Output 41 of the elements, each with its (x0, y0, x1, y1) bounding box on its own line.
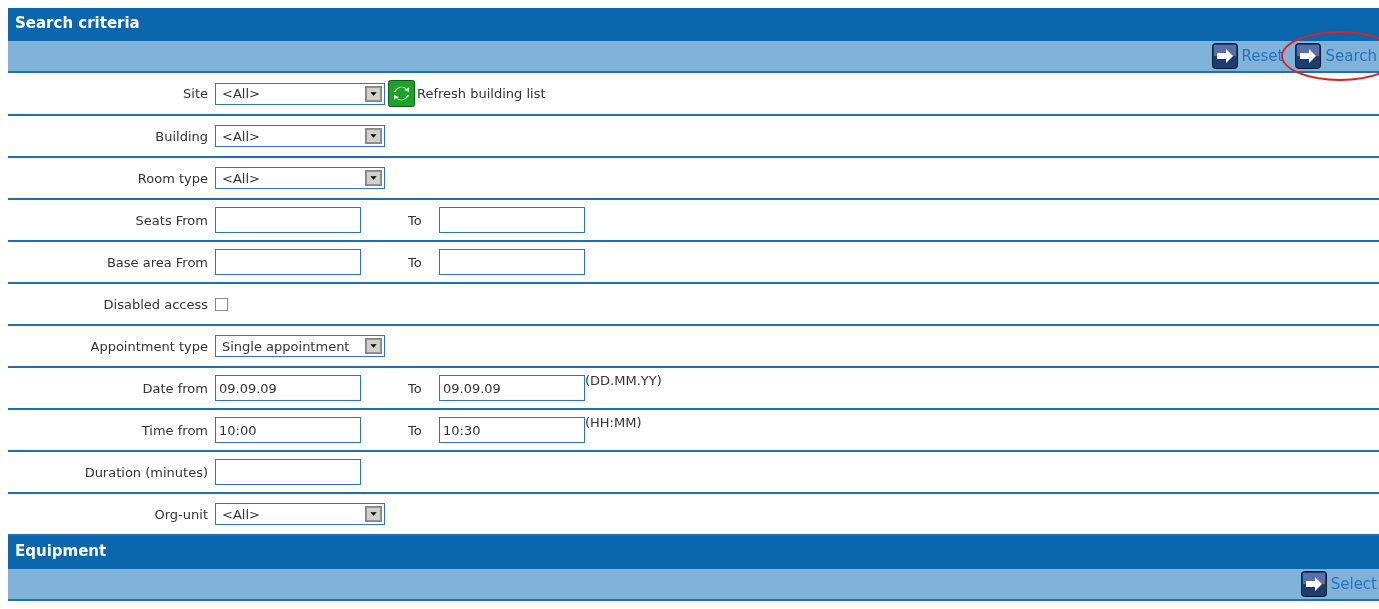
refresh-icon[interactable] (388, 80, 415, 107)
dropdown[interactable]: <All> (215, 167, 385, 189)
caret-icon (365, 85, 382, 102)
field-label: Date from (142, 380, 208, 396)
checkbox[interactable] (215, 297, 228, 311)
refresh-building-list-link[interactable]: Refresh building list (417, 86, 546, 101)
text-field[interactable] (439, 207, 585, 233)
format-hint: (HH:MM) (585, 415, 642, 430)
field-label: Site (183, 86, 208, 101)
field-label: To (407, 422, 423, 438)
field-label: Appointment type (90, 338, 208, 354)
text-field[interactable]: 10:30 (439, 417, 585, 443)
field-label: Disabled access (103, 296, 208, 312)
field-label: Duration (minutes) (84, 464, 208, 480)
field-label: To (407, 254, 423, 270)
dropdown[interactable]: <All> (215, 125, 385, 147)
format-hint: (DD.MM.YY) (585, 373, 662, 388)
field-label: To (407, 212, 423, 228)
text-field[interactable] (215, 249, 361, 275)
text-field[interactable] (439, 249, 585, 275)
field-label: Room type (137, 170, 208, 186)
field-label: Building (155, 128, 208, 144)
dropdown[interactable]: <All> (215, 503, 385, 525)
field-label: Base area From (106, 254, 208, 270)
field-label: Seats From (135, 212, 208, 228)
caret-icon (365, 338, 382, 354)
text-field[interactable]: 09.09.09 (439, 375, 585, 401)
field-label: Time from (141, 422, 208, 438)
dropdown[interactable]: Single appointment (215, 335, 385, 357)
field-label: Org-unit (154, 506, 208, 522)
text-field[interactable] (215, 459, 361, 485)
text-field[interactable]: 09.09.09 (215, 375, 361, 401)
caret-icon (365, 170, 382, 186)
field-label: To (407, 380, 423, 396)
text-field[interactable] (215, 207, 361, 233)
dropdown[interactable]: <All> (215, 82, 385, 105)
section-header: Equipment (8, 536, 1379, 569)
caret-icon (365, 128, 382, 144)
text-field[interactable]: 10:00 (215, 417, 361, 443)
caret-icon (365, 506, 382, 522)
section-header: Search criteria (8, 8, 1379, 41)
